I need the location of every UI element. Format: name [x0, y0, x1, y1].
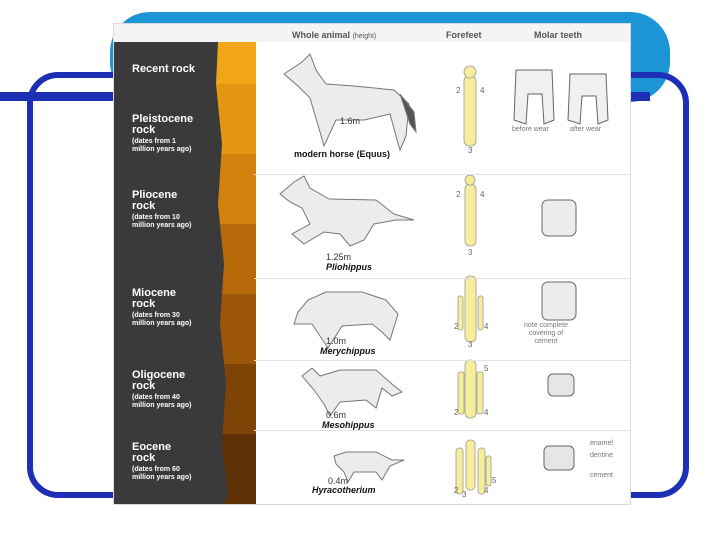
molar-mesohippus-icon	[547, 373, 575, 397]
label-dentine: dentine	[590, 452, 613, 459]
rock-label-pleistocene: Pleistocene rock (dates from 1 million y…	[132, 113, 194, 154]
header-whole-animal: Whole animal (height)	[292, 30, 377, 40]
rock-column	[114, 42, 228, 504]
horse-evolution-figure: Whole animal (height) Forefeet Molar tee…	[114, 24, 630, 504]
figure-canvas	[114, 24, 630, 504]
digit-label: 3	[468, 340, 473, 349]
rock-label-pliocene: Pliocene rock (dates from 10 million yea…	[132, 189, 192, 230]
digit-label: 3	[468, 146, 473, 155]
digit-label: 3	[462, 490, 467, 499]
digit-label: 3	[468, 248, 473, 257]
header-forefeet: Forefeet	[446, 30, 482, 40]
forefoot-mesohippus-icon	[457, 359, 484, 419]
note-after-wear: after wear	[570, 126, 602, 133]
digit-label: 2	[456, 190, 461, 199]
rock-label-miocene: Miocene rock (dates from 30 million year…	[132, 287, 192, 328]
species-mesohippus: Mesohippus	[322, 420, 375, 430]
molar-before-wear-icon	[513, 69, 555, 125]
header-molar-teeth: Molar teeth	[534, 30, 583, 40]
molar-merychippus-icon	[541, 281, 577, 321]
digit-label: 4	[484, 486, 489, 495]
digit-label: 2	[454, 486, 459, 495]
row-separator	[254, 430, 630, 431]
horse-mesohippus-icon	[301, 367, 403, 417]
digit-label: 4	[480, 86, 485, 95]
row-separator	[254, 278, 630, 279]
digit-label: 2	[454, 408, 459, 417]
rock-label-oligocene: Oligocene rock (dates from 40 million ye…	[132, 369, 192, 410]
rock-label-recent: Recent rock	[132, 63, 195, 75]
horse-equus-icon	[283, 53, 417, 152]
row-separator	[254, 174, 630, 175]
forefoot-pliohippus-icon	[464, 174, 477, 247]
molar-after-wear-icon	[567, 73, 609, 125]
forefoot-equus-icon	[463, 65, 477, 147]
row-separator	[254, 360, 630, 361]
molar-pliohippus-icon	[541, 199, 577, 237]
digit-label: 4	[484, 408, 489, 417]
rock-label-eocene: Eocene rock (dates from 60 million years…	[132, 441, 192, 482]
molar-hyracotherium-icon	[543, 445, 575, 471]
digit-label: 5	[492, 476, 497, 485]
digit-label: 4	[480, 190, 485, 199]
note-cement: note complete covering of cement	[524, 322, 568, 345]
note-before-wear: before wear	[512, 126, 549, 133]
species-pliohippus: Pliohippus	[326, 262, 372, 272]
label-enamel: enamel	[590, 440, 613, 447]
height-pliohippus: 1.25m	[326, 252, 352, 262]
forefoot-merychippus-icon	[457, 275, 484, 343]
digit-label: 2	[454, 322, 459, 331]
digit-label: 5	[484, 364, 489, 373]
height-mesohippus: 0.6m	[326, 410, 347, 420]
digit-label: 4	[484, 322, 489, 331]
species-hyracotherium: Hyracotherium	[312, 485, 376, 495]
label-cement: cement	[590, 472, 613, 479]
species-merychippus: Merychippus	[320, 346, 376, 356]
height-equus: 1.6m	[340, 116, 361, 126]
horse-pliohippus-icon	[279, 175, 415, 247]
species-equus: modern horse (Equus)	[294, 149, 391, 159]
height-merychippus: 1.0m	[326, 336, 347, 346]
digit-label: 2	[456, 86, 461, 95]
